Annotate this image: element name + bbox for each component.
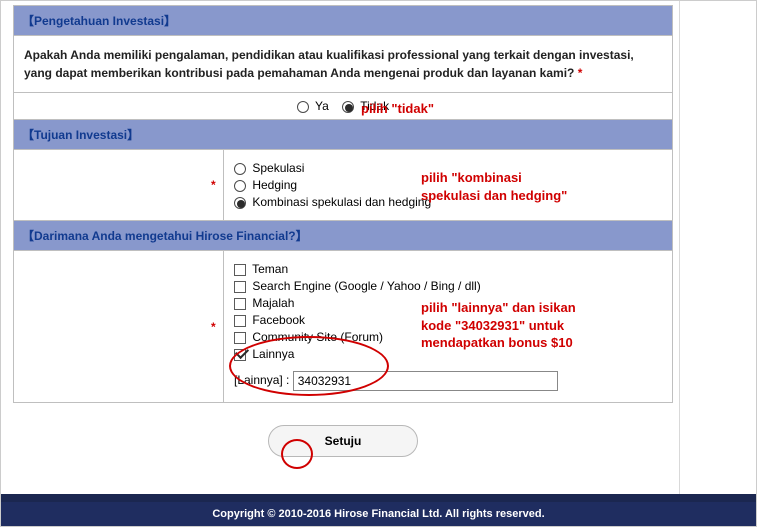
checkbox-community[interactable] bbox=[234, 332, 246, 344]
vertical-separator bbox=[679, 1, 680, 498]
checkbox-lainnya-label: Lainnya bbox=[252, 347, 294, 361]
lainnya-input[interactable] bbox=[293, 371, 558, 391]
radio-spekulasi[interactable] bbox=[234, 163, 246, 175]
checkbox-facebook[interactable] bbox=[234, 315, 246, 327]
section2-required: * bbox=[211, 178, 216, 192]
submit-button[interactable]: Setuju bbox=[268, 425, 419, 457]
radio-hedging-label: Hedging bbox=[252, 178, 297, 192]
lainnya-input-label: [Lainnya] : bbox=[234, 373, 289, 387]
checkbox-search-label: Search Engine (Google / Yahoo / Bing / d… bbox=[252, 279, 480, 293]
checkbox-search[interactable] bbox=[234, 281, 246, 293]
radio-spekulasi-label: Spekulasi bbox=[252, 161, 304, 175]
checkbox-teman-label: Teman bbox=[252, 262, 288, 276]
checkbox-facebook-label: Facebook bbox=[252, 313, 305, 327]
checkbox-community-label: Community Site (Forum) bbox=[252, 330, 383, 344]
checkbox-majalah-label: Majalah bbox=[252, 296, 294, 310]
radio-hedging[interactable] bbox=[234, 180, 246, 192]
radio-kombinasi-label: Kombinasi spekulasi dan hedging bbox=[252, 195, 431, 209]
section1-question: Apakah Anda memiliki pengalaman, pendidi… bbox=[24, 48, 634, 80]
radio-ya[interactable] bbox=[297, 101, 309, 113]
section3-header: 【Darimana Anda mengetahui Hirose Financi… bbox=[14, 221, 673, 251]
section3-required: * bbox=[211, 320, 216, 334]
checkbox-teman[interactable] bbox=[234, 264, 246, 276]
radio-kombinasi[interactable] bbox=[234, 197, 246, 209]
footer-copyright: Copyright © 2010-2016 Hirose Financial L… bbox=[1, 494, 756, 526]
radio-ya-label: Ya bbox=[315, 99, 329, 113]
section1-required: * bbox=[578, 66, 583, 80]
checkbox-majalah[interactable] bbox=[234, 298, 246, 310]
section1-header: 【Pengetahuan Investasi】 bbox=[14, 6, 673, 36]
checkbox-lainnya[interactable] bbox=[234, 349, 246, 361]
section2-header: 【Tujuan Investasi】 bbox=[14, 120, 673, 150]
radio-tidak-label: Tidak bbox=[360, 99, 389, 113]
radio-tidak[interactable] bbox=[342, 101, 354, 113]
